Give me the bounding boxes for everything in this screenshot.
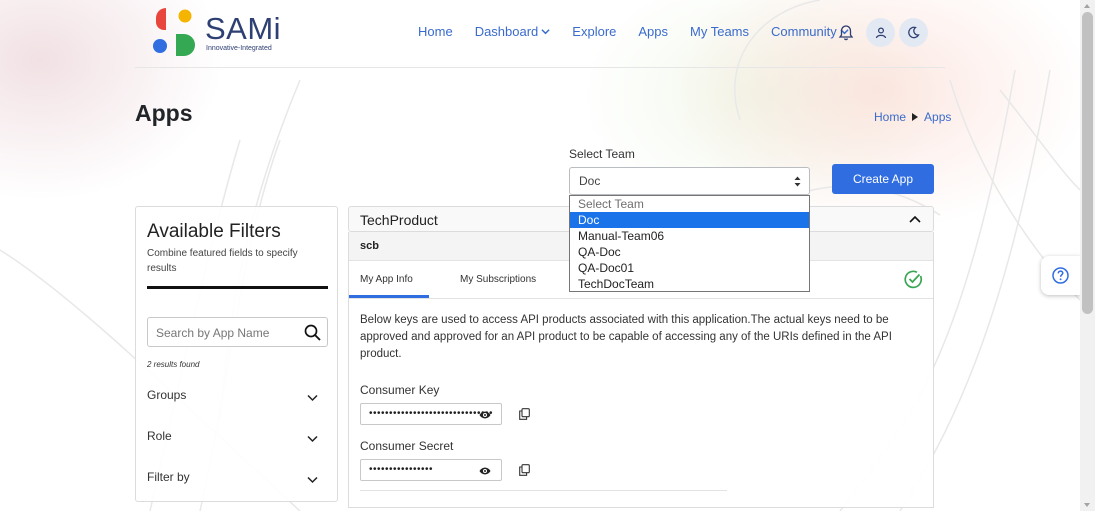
scroll-down-icon[interactable] [1084,503,1090,507]
team-select-value: Doc [579,174,601,188]
logo-mark-icon [153,8,195,56]
nav-dashboard[interactable]: Dashboard [475,24,551,39]
eye-icon[interactable] [479,466,491,476]
help-icon [1052,267,1069,284]
nav-my-teams-label: My Teams [690,24,750,39]
scroll-up-icon[interactable] [1084,4,1090,8]
team-select[interactable]: Doc [569,167,810,195]
search-placeholder: Search by App Name [156,326,270,340]
brand-tagline: Innovative-Integrated [206,45,272,52]
create-app-button[interactable]: Create App [832,164,934,194]
chevron-down-icon [307,394,318,402]
help-button[interactable] [1041,256,1081,295]
page-scrollbar[interactable] [1080,0,1095,511]
team-option[interactable]: TechDocTeam [570,276,809,292]
select-team-label: Select Team [569,147,635,161]
filters-panel: Available Filters Combine featured field… [135,206,338,502]
keys-description: Below keys are used to access API produc… [360,314,892,360]
team-option[interactable]: QA-Doc [570,244,809,260]
top-header: SAMi Innovative-Integrated Home Dashboar… [135,0,945,68]
filters-title: Available Filters [147,221,281,242]
nav-community-label: Community [771,24,837,39]
nav-my-teams[interactable]: My Teams [690,24,749,39]
team-select-dropdown: Select Team Doc Manual-Team06 QA-Doc QA-… [569,195,810,292]
app-name: TechProduct [360,212,438,228]
team-option-selected[interactable]: Doc [570,212,809,228]
section-divider [360,490,727,491]
facet-filter-by[interactable]: Filter by [147,470,328,484]
chevron-up-icon[interactable] [909,215,921,223]
chevron-down-icon [541,29,550,35]
team-option[interactable]: QA-Doc01 [570,260,809,276]
tab-my-app-info[interactable]: My App Info [360,274,413,285]
caret-right-icon [912,113,919,121]
moon-icon [908,26,920,39]
filters-subtitle: Combine featured fields to specify resul… [147,248,298,274]
breadcrumb: Home Apps [874,110,951,124]
bell-icon[interactable] [838,24,854,41]
eye-icon[interactable] [479,410,491,420]
facet-role[interactable]: Role [147,429,328,443]
nav-apps[interactable]: Apps [638,24,668,39]
select-arrows-icon [794,176,801,187]
copy-icon[interactable] [519,464,530,476]
user-menu-button[interactable] [866,18,895,47]
team-option[interactable]: Select Team [570,196,809,212]
facet-label: Filter by [147,470,190,484]
search-input[interactable]: Search by App Name [147,317,328,347]
consumer-key-value: ••••••••••••••••••••••••••••••• [369,408,494,419]
results-count: 2 results found [147,360,200,369]
nav-home-label: Home [418,24,453,39]
tab-my-subscriptions[interactable]: My Subscriptions [460,274,536,285]
copy-icon[interactable] [519,408,530,420]
search-icon[interactable] [304,324,321,341]
team-option[interactable]: Manual-Team06 [570,228,809,244]
chevron-down-icon [307,435,318,443]
nav-home[interactable]: Home [418,24,453,39]
scroll-thumb[interactable] [1082,12,1093,314]
consumer-secret-label: Consumer Secret [360,439,454,453]
consumer-secret-value: •••••••••••••••• [369,464,434,475]
nav-explore-label: Explore [572,24,617,39]
facet-label: Role [147,429,172,443]
main-nav: Home Dashboard Explore Apps My Teams Com… [418,24,871,39]
consumer-key-field[interactable]: ••••••••••••••••••••••••••••••• [360,403,502,425]
logo[interactable]: SAMi Innovative-Integrated [152,8,282,58]
filters-divider [147,286,328,289]
nav-dashboard-label: Dashboard [474,24,539,39]
active-tab-indicator [349,295,429,298]
theme-toggle-button[interactable] [899,18,928,47]
breadcrumb-current[interactable]: Apps [924,110,951,124]
nav-apps-label: Apps [638,24,669,39]
consumer-secret-field[interactable]: •••••••••••••••• [360,459,502,481]
brand-name: SAMi [205,11,282,46]
product-name: scb [360,240,379,252]
page-title: Apps [135,100,193,126]
consumer-key-label: Consumer Key [360,383,440,397]
chevron-down-icon [307,476,318,484]
check-circle-icon [904,270,923,289]
facet-label: Groups [147,388,187,402]
nav-explore[interactable]: Explore [572,24,616,39]
facet-groups[interactable]: Groups [147,388,328,402]
breadcrumb-home[interactable]: Home [874,110,906,124]
user-icon [875,26,886,38]
